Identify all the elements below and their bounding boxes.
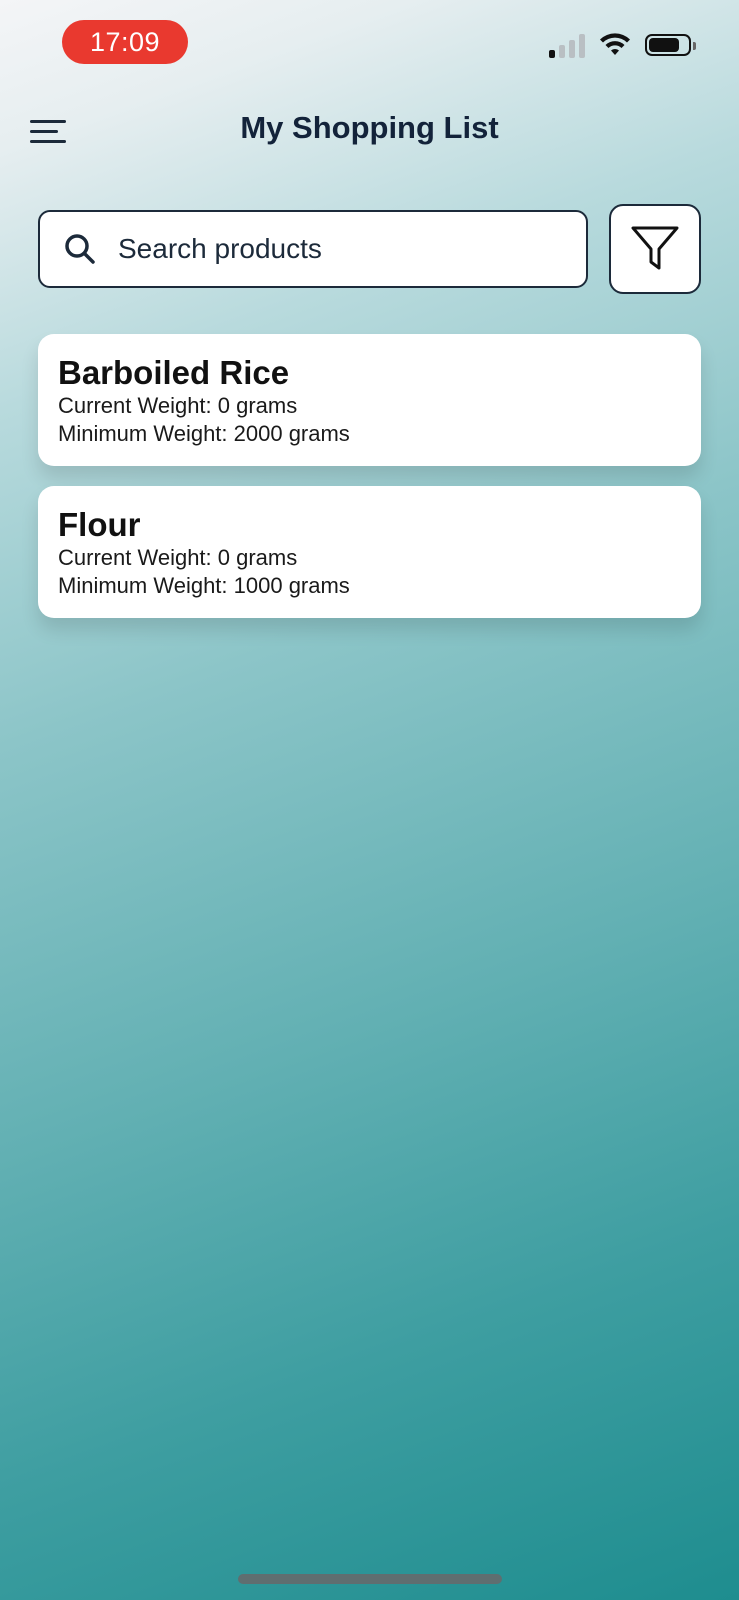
product-card[interactable]: Flour Current Weight: 0 grams Minimum We… [38, 486, 701, 618]
filter-funnel-icon [631, 226, 679, 270]
product-list: Barboiled Rice Current Weight: 0 grams M… [38, 334, 701, 638]
cellular-signal-icon [549, 32, 585, 58]
app-header: My Shopping List [0, 100, 739, 164]
product-name: Flour [58, 506, 141, 543]
wifi-icon [600, 33, 630, 55]
product-minimum-weight: Minimum Weight: 2000 grams [58, 421, 350, 446]
search-icon [65, 234, 95, 264]
status-bar: 17:09 [0, 0, 739, 90]
search-bar[interactable] [38, 210, 588, 288]
status-icons [549, 32, 696, 58]
status-time[interactable]: 17:09 [62, 20, 188, 64]
search-input[interactable] [116, 232, 560, 266]
product-current-weight: Current Weight: 0 grams [58, 393, 298, 418]
product-current-weight: Current Weight: 0 grams [58, 545, 298, 570]
home-indicator[interactable] [238, 1574, 502, 1584]
battery-icon [645, 34, 696, 56]
product-name: Barboiled Rice [58, 354, 290, 391]
product-minimum-weight: Minimum Weight: 1000 grams [58, 573, 350, 598]
product-card[interactable]: Barboiled Rice Current Weight: 0 grams M… [38, 334, 701, 466]
page-title: My Shopping List [240, 110, 499, 145]
filter-button[interactable] [609, 204, 701, 294]
